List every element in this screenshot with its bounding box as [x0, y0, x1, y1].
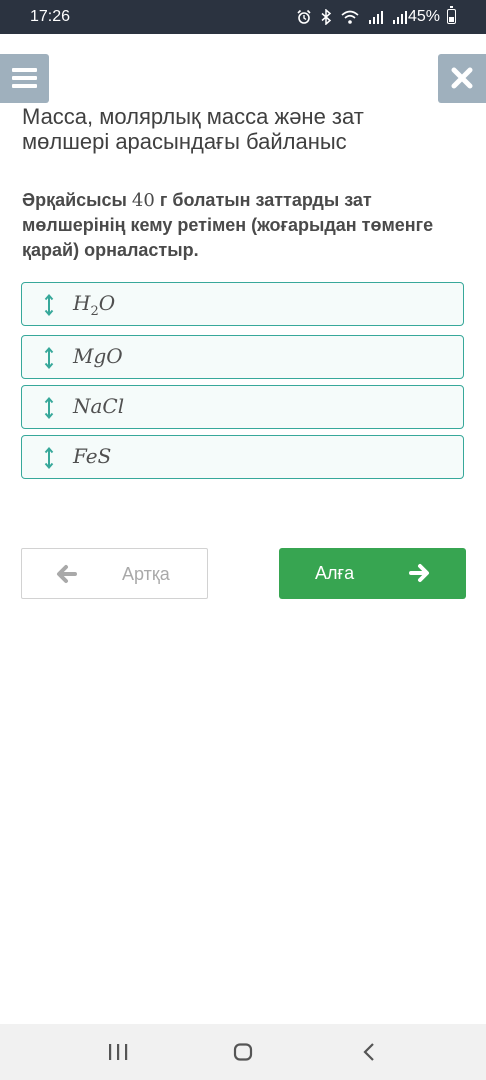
formula-base: FeS: [73, 444, 112, 468]
status-time: 17:26: [30, 8, 71, 25]
item-formula: NaCl: [73, 394, 124, 422]
home-icon[interactable]: [233, 1043, 253, 1061]
menu-button[interactable]: [0, 54, 49, 103]
question-text: Әрқайсысы 40 г болатын заттарды зат мөлш…: [22, 188, 462, 263]
question-number: 40: [131, 190, 155, 211]
menu-icon-line: [12, 76, 37, 80]
battery-icon: [447, 6, 456, 24]
formula-base: NaCl: [73, 394, 125, 418]
sortable-item[interactable]: FeS: [21, 435, 464, 479]
drag-handle-icon[interactable]: [44, 397, 54, 419]
drag-handle-icon[interactable]: [44, 347, 54, 369]
next-button[interactable]: Алға: [279, 548, 466, 599]
menu-icon-line: [12, 84, 37, 88]
sortable-item[interactable]: NaCl: [21, 385, 464, 429]
item-formula: FeS: [73, 444, 111, 472]
signal-icon: [369, 11, 383, 24]
sortable-item[interactable]: MgO: [21, 335, 464, 379]
back-button-label: Артқа: [122, 564, 170, 584]
menu-icon-line: [12, 68, 37, 72]
system-nav-bar: [0, 1024, 486, 1080]
formula-base: H: [73, 291, 91, 315]
formula-rest: O: [98, 291, 116, 315]
alarm-icon: [297, 9, 311, 24]
formula-subscript: 2: [90, 304, 99, 319]
battery-percent: 45%: [407, 8, 440, 25]
drag-handle-icon[interactable]: [44, 447, 54, 469]
drag-handle-icon[interactable]: [44, 294, 54, 316]
bluetooth-icon: [321, 9, 332, 25]
status-icons: [296, 7, 408, 27]
question-text-start: Әрқайсысы: [22, 190, 132, 210]
item-formula: H2O: [73, 291, 115, 319]
recent-apps-icon[interactable]: [108, 1043, 128, 1061]
back-nav-icon[interactable]: [362, 1043, 376, 1061]
wifi-icon: [341, 10, 359, 24]
back-button[interactable]: Артқа: [21, 548, 208, 599]
close-icon: [451, 67, 473, 89]
close-button[interactable]: [438, 54, 486, 103]
sortable-item[interactable]: H2O: [21, 282, 464, 326]
next-button-label: Алға: [315, 563, 355, 583]
page-title: Масса, молярлық масса және зат мөлшері а…: [22, 104, 364, 154]
signal-icon-2: [393, 11, 407, 24]
arrow-left-icon: [57, 565, 77, 583]
item-formula: MgO: [73, 344, 123, 372]
formula-base: MgO: [73, 344, 123, 368]
battery-fill: [449, 17, 454, 22]
arrow-right-icon: [409, 564, 429, 582]
status-bar: 17:26 45%: [0, 0, 486, 34]
